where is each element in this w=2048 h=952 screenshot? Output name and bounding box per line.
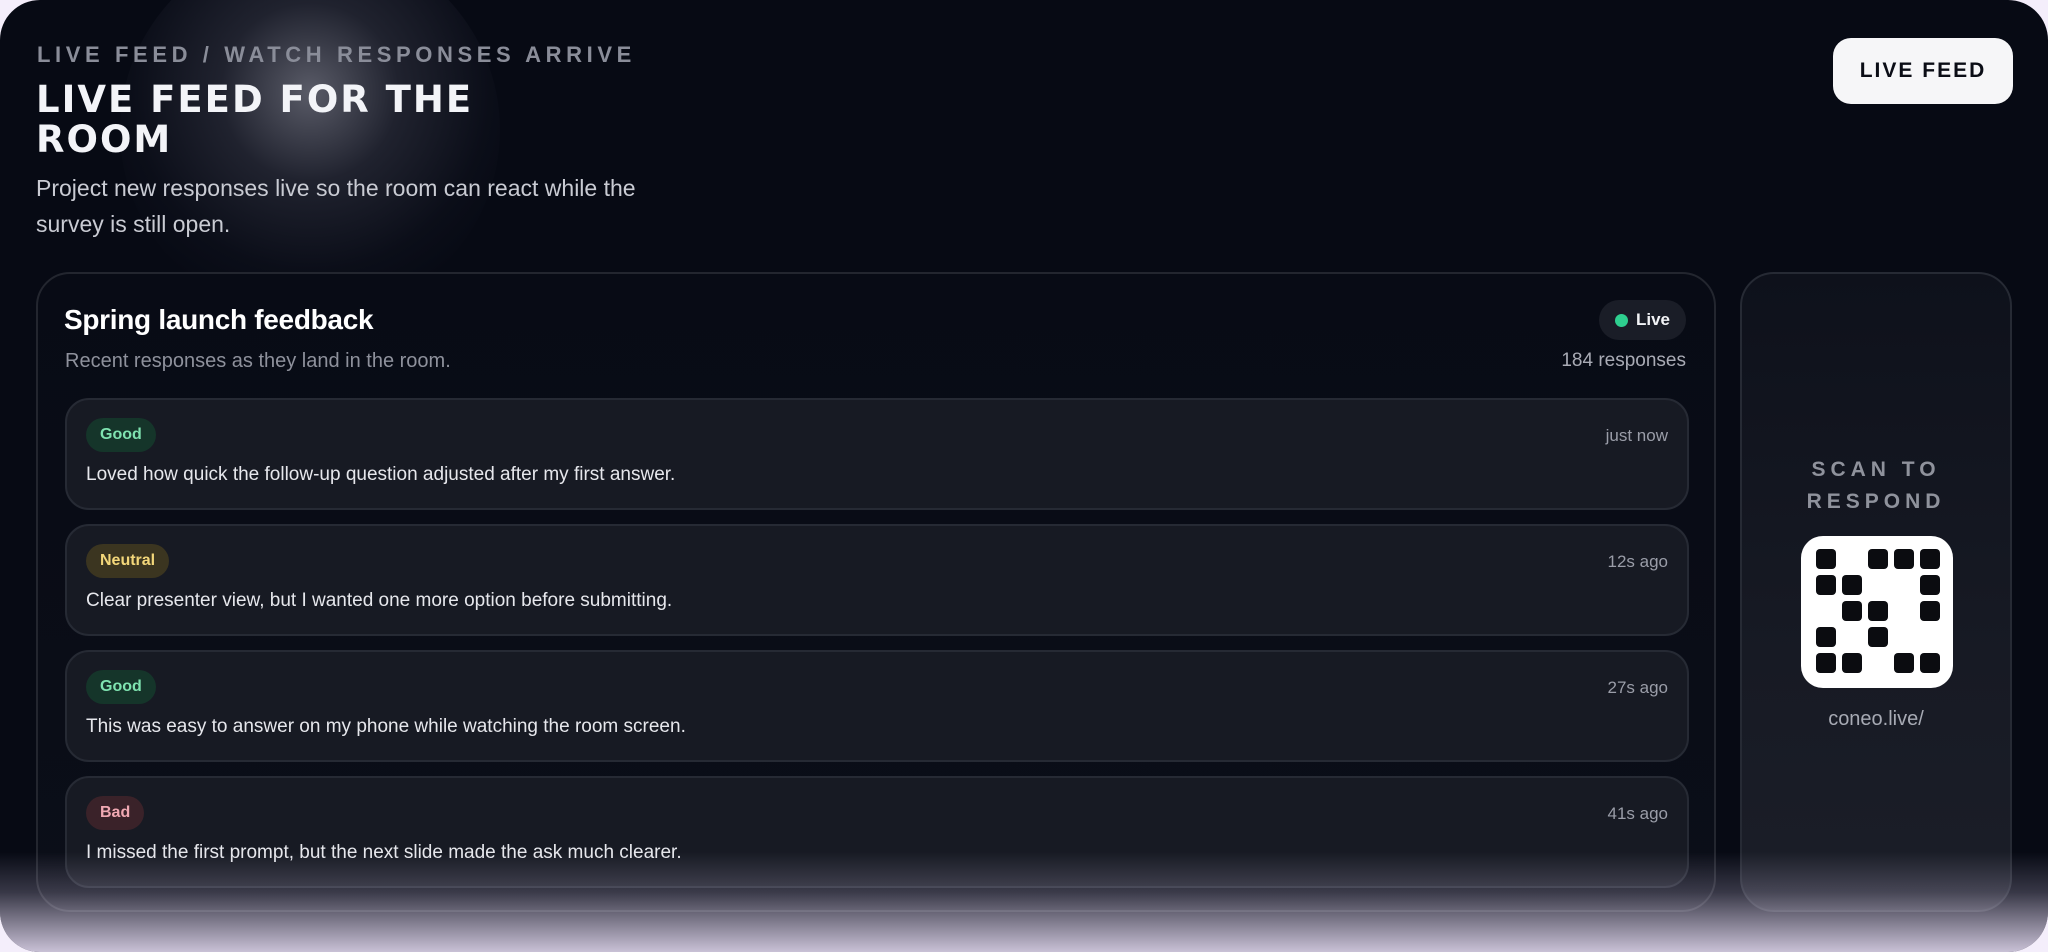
qr-module [1920, 601, 1940, 621]
page-eyebrow: LIVE FEED / WATCH RESPONSES ARRIVE [37, 42, 636, 67]
live-status-badge: Live [1598, 300, 1686, 340]
response-time: just now [1605, 426, 1668, 445]
live-dot-icon [1614, 313, 1628, 327]
qr-module [1868, 627, 1888, 647]
presenter-screen: LIVE FEED / WATCH RESPONSES ARRIVE LIVE … [0, 0, 2048, 952]
response-item: Good just now Loved how quick the follow… [65, 398, 1689, 510]
qr-module [1816, 627, 1836, 647]
qr-module [1868, 549, 1888, 569]
response-text: Loved how quick the follow-up question a… [86, 464, 676, 485]
qr-module [1894, 601, 1914, 621]
qr-code-grid [1816, 549, 1941, 674]
qr-module [1868, 575, 1888, 595]
page-title: LIVE FEED FOR THE ROOM [36, 78, 474, 161]
scan-label: SCAN TO RESPOND [1806, 458, 1946, 513]
qr-module [1816, 653, 1836, 673]
qr-code-icon [1801, 536, 1953, 688]
qr-module [1894, 653, 1914, 673]
live-status-label: Live [1635, 310, 1670, 329]
page-subtitle: Project new responses live so the room c… [36, 175, 636, 237]
qr-module [1920, 653, 1940, 673]
live-feed-panel: Spring launch feedback Recent responses … [36, 272, 1716, 912]
feed-title: Spring launch feedback [64, 304, 374, 335]
response-time: 41s ago [1607, 804, 1669, 823]
sentiment-tag: Good [86, 670, 156, 704]
response-time: 27s ago [1607, 678, 1669, 697]
response-list: Good just now Loved how quick the follow… [65, 398, 1689, 902]
qr-module [1920, 575, 1940, 595]
response-time: 12s ago [1607, 552, 1669, 571]
response-text: Clear presenter view, but I wanted one m… [86, 590, 673, 611]
sentiment-tag: Neutral [86, 544, 170, 578]
qr-module [1842, 653, 1862, 673]
qr-module [1816, 575, 1836, 595]
qr-module [1816, 601, 1836, 621]
sentiment-tag: Bad [86, 796, 145, 830]
qr-module [1868, 601, 1888, 621]
qr-module [1842, 627, 1862, 647]
response-item: Bad 41s ago I missed the first prompt, b… [65, 776, 1689, 888]
response-text: I missed the first prompt, but the next … [86, 842, 682, 863]
qr-module [1842, 601, 1862, 621]
qr-module [1842, 575, 1862, 595]
qr-module [1868, 653, 1888, 673]
live-feed-button[interactable]: LIVE FEED [1833, 38, 2013, 104]
response-item: Neutral 12s ago Clear presenter view, bu… [65, 524, 1689, 636]
qr-module [1894, 549, 1914, 569]
sentiment-tag: Good [86, 418, 156, 452]
response-count: 184 responses [1561, 350, 1686, 371]
qr-module [1920, 549, 1940, 569]
respond-url: coneo.live/ [1828, 708, 1924, 730]
qr-module [1894, 575, 1914, 595]
scan-to-respond-panel: SCAN TO RESPOND coneo.live/ [1740, 272, 2012, 912]
qr-module [1816, 549, 1836, 569]
feed-subtitle: Recent responses as they land in the roo… [65, 350, 451, 372]
response-text: This was easy to answer on my phone whil… [86, 716, 686, 737]
response-item: Good 27s ago This was easy to answer on … [65, 650, 1689, 762]
qr-module [1894, 627, 1914, 647]
qr-module [1842, 549, 1862, 569]
qr-module [1920, 627, 1940, 647]
